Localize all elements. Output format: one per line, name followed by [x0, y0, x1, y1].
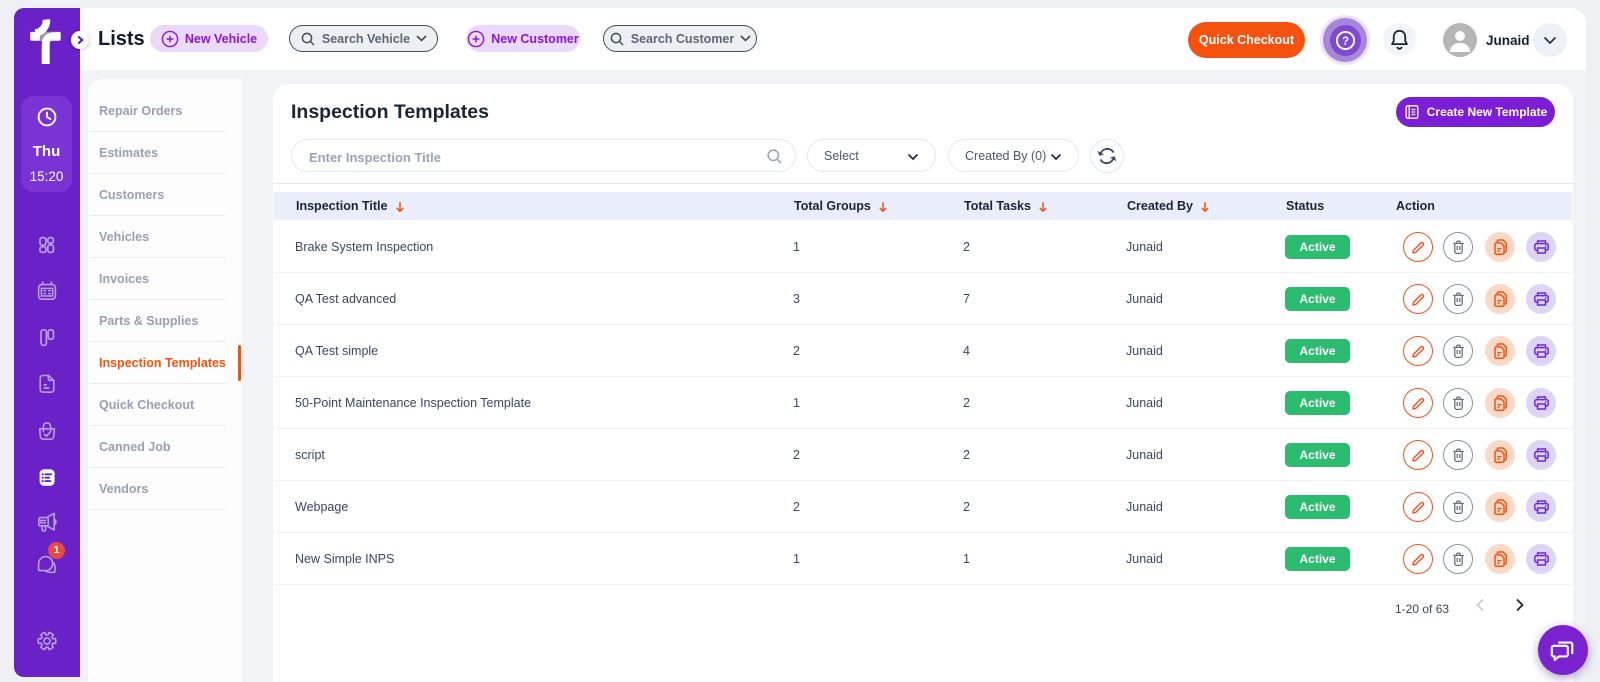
svg-text:?: ?	[1341, 35, 1348, 47]
